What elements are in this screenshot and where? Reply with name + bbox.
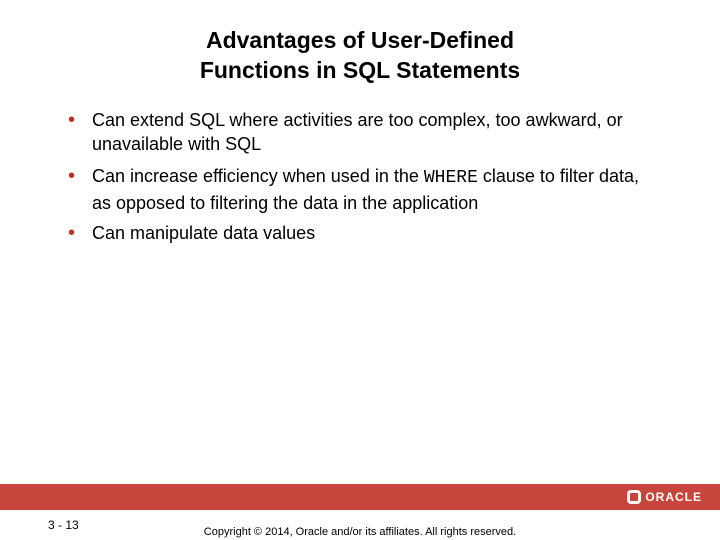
bullet-text: Can increase efficiency when used in the: [92, 166, 424, 186]
oracle-logo: ORACLE: [627, 490, 702, 504]
list-item: Can increase efficiency when used in the…: [60, 164, 660, 215]
oracle-logo-text: ORACLE: [645, 490, 702, 504]
copyright-text: Copyright © 2014, Oracle and/or its affi…: [0, 526, 720, 538]
content-area: Can extend SQL where activities are too …: [0, 86, 720, 247]
bullet-code: WHERE: [424, 168, 478, 188]
list-item: Can manipulate data values: [60, 221, 660, 247]
footer-bar: ORACLE: [0, 484, 720, 510]
list-item: Can extend SQL where activities are too …: [60, 108, 660, 159]
bullet-list: Can extend SQL where activities are too …: [60, 108, 660, 247]
bullet-text: Can extend SQL where activities are too …: [92, 110, 623, 154]
slide: Advantages of User-Defined Functions in …: [0, 0, 720, 540]
bullet-text: Can manipulate data values: [92, 223, 315, 243]
title-line-1: Advantages of User-Defined: [206, 27, 514, 53]
slide-title: Advantages of User-Defined Functions in …: [0, 0, 720, 86]
oracle-o-icon: [627, 490, 641, 504]
title-line-2: Functions in SQL Statements: [200, 57, 520, 83]
